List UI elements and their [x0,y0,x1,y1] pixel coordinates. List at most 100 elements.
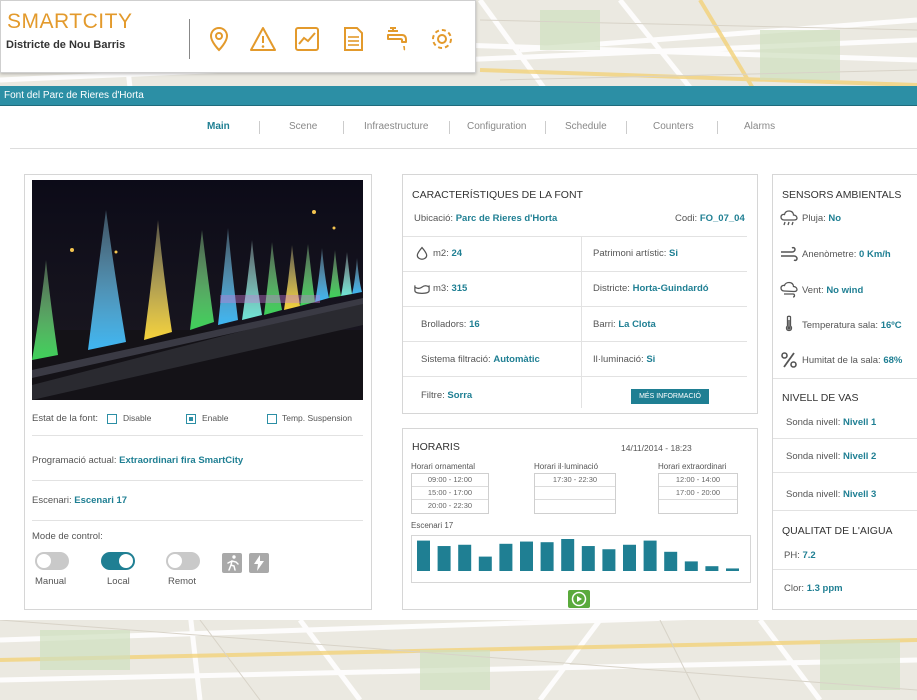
extraordinary-schedule-title: Horari extraordinari [658,462,727,471]
level-probe-row: Sonda nivell: Nivell 1 [786,417,876,428]
neighborhood-value: La Clota [618,319,656,330]
schedule-row [659,500,737,513]
chlorine-row: Clor: 1.3 ppm [784,583,843,594]
scene-bar [643,540,657,571]
schedule-row: 12:00 - 14:00 [659,474,737,487]
divider [32,520,363,521]
nozzles-value: 16 [469,319,480,330]
water-drop-icon [415,246,429,260]
m2-row: m2: 24 [433,248,462,259]
level-probe-label: Sonda nivell: [786,451,841,462]
scene-row: Escenari: Escenari 17 [32,495,127,506]
level-probe-value: Nivell 1 [843,417,877,428]
manual-mode-toggle[interactable] [35,552,69,570]
level-probe-label: Sonda nivell: [786,489,841,500]
scene-bar [561,539,575,571]
divider [403,306,747,307]
current-program-label-text: Programació actual: [32,455,117,466]
play-button[interactable] [568,590,590,608]
chlorine-value: 1.3 ppm [806,583,843,594]
divider [773,378,917,379]
m3-row: m3: 315 [433,283,467,294]
rain-cloud-icon [780,209,798,227]
level-probe-row: Sonda nivell: Nivell 2 [786,451,876,462]
filter-label: Filtre: [421,390,445,401]
schedule-row: 17:00 - 20:00 [659,487,737,500]
window-titlebar: Font del Parc de Rieres d'Horta [0,86,917,106]
divider [773,472,917,473]
divider [403,341,747,342]
level-probe-value: Nivell 3 [843,489,877,500]
nozzles-row: Brolladors: 16 [421,319,480,330]
line-chart-icon[interactable] [293,25,321,53]
ph-value: 7.2 [802,550,816,561]
warning-icon[interactable] [249,25,277,53]
divider [32,480,363,481]
manual-mode-label: Manual [35,576,67,587]
header-bar: SMARTCITY Districte de Nou Barris [0,0,476,73]
current-program-value: Extraordinari fira SmartCity [119,455,244,466]
scene-chart-label: Escenari 17 [411,521,454,530]
heritage-row: Patrimoni artístic: Si [593,248,678,259]
tab-bar: Main Scene Infraestructure Configuration… [0,106,917,149]
scene-value: Escenari 17 [74,495,128,506]
settings-gear-icon[interactable] [428,25,456,53]
humidity-icon [780,351,798,369]
filtration-label: Sistema filtració: [421,354,491,365]
temp-suspension-checkbox[interactable] [267,414,277,424]
tab-separator [449,121,450,134]
wind-icon [780,281,798,299]
m2-value: 24 [451,248,463,259]
scene-bar-chart [417,539,739,571]
tab-configuration[interactable]: Configuration [467,121,526,132]
water-tap-icon[interactable] [384,25,412,53]
temp-suspension-option-label: Temp. Suspension [282,413,352,423]
lightning-button[interactable] [249,553,269,573]
tab-separator [545,121,546,134]
location-pin-icon[interactable] [205,25,233,53]
scene-bar [726,568,739,571]
ornamental-schedule-title: Horari ornamental [411,462,476,471]
neighborhood-row: Barri: La Clota [593,319,656,330]
temperature-label: Temperatura sala: [802,320,879,331]
scene-bar [684,561,698,571]
heritage-value: Si [669,248,679,259]
enable-checkbox[interactable] [186,414,196,424]
scene-bar [581,546,595,571]
district-row: Districte: Horta-Guindardó [593,283,709,294]
app-title: SMARTCITY [7,10,133,33]
wind-value: No wind [826,285,864,296]
tab-infraestructure[interactable]: Infraestructure [364,121,428,132]
m3-label: m3: [433,283,449,294]
district-label: Districte: [593,283,630,294]
filter-row: Filtre: Sorra [421,390,472,401]
location-row: Ubicació: Parc de Rieres d'Horta [414,213,557,224]
tab-counters[interactable]: Counters [653,121,694,132]
divider [773,438,917,439]
humidity-label: Humitat de la sala: [802,355,881,366]
chlorine-label: Clor: [784,583,805,594]
location-value: Parc de Rieres d'Horta [455,213,558,224]
tab-alarms[interactable]: Alarms [744,121,775,132]
sensors-title: SENSORS AMBIENTALS [782,189,902,201]
local-mode-toggle[interactable] [101,552,135,570]
window-title: Font del Parc de Rieres d'Horta [4,90,144,101]
disable-checkbox[interactable] [107,414,117,424]
tab-schedule[interactable]: Schedule [565,121,607,132]
schedule-row: 17:30 - 22:30 [535,474,615,487]
tab-scene[interactable]: Scene [289,121,317,132]
document-icon[interactable] [339,25,367,53]
running-person-button[interactable] [222,553,242,573]
tab-main[interactable]: Main [207,121,230,132]
remote-mode-toggle[interactable] [166,552,200,570]
ph-label: PH: [784,550,800,561]
scene-label: Escenari: [32,495,72,506]
divider [403,236,747,237]
scene-chart [411,535,751,583]
ornamental-schedule-table: 09:00 - 12:00 15:00 - 17:00 20:00 - 22:3… [411,473,489,514]
lighting-row: Il·luminació: Si [593,354,655,365]
level-probe-label: Sonda nivell: [786,417,841,428]
header-divider [189,19,190,59]
tab-separator [343,121,344,134]
more-info-button[interactable]: MÉS INFORMACIÓ [631,389,709,404]
